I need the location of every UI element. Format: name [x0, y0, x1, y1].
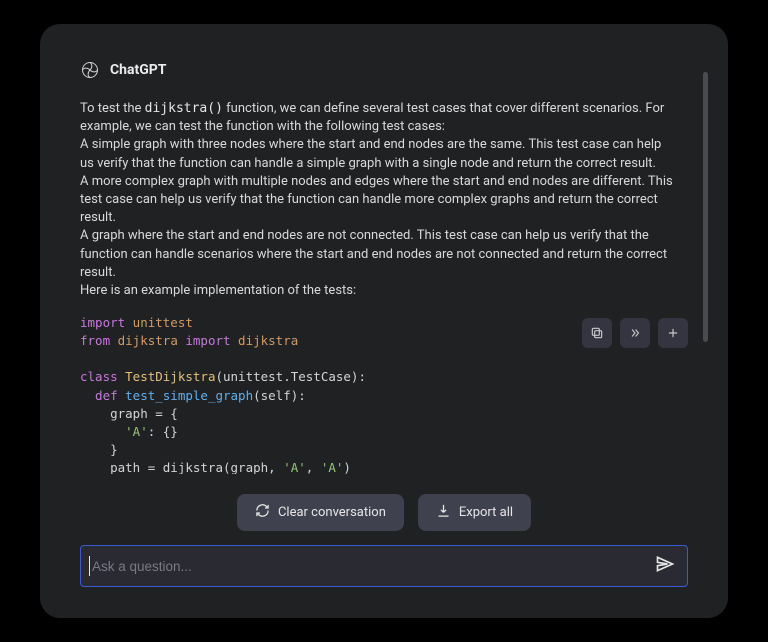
refresh-icon	[255, 503, 270, 522]
header: ChatGPT	[80, 60, 688, 80]
text: A graph where the start and end nodes ar…	[80, 228, 667, 279]
inline-code: dijkstra()	[145, 101, 223, 116]
action-bar: Clear conversation Export all	[80, 484, 688, 545]
button-label: Clear conversation	[278, 505, 386, 520]
message-content: To test the dijkstra() function, we can …	[80, 100, 688, 474]
chatgpt-logo-icon	[80, 60, 100, 80]
code-toolbar	[582, 318, 688, 348]
expand-code-button[interactable]	[620, 318, 650, 348]
button-label: Export all	[459, 505, 513, 520]
text: Here is an example implementation of the…	[80, 283, 356, 298]
add-code-button[interactable]	[658, 318, 688, 348]
text: A simple graph with three nodes where th…	[80, 137, 661, 170]
scrollbar[interactable]	[703, 72, 708, 342]
copy-code-button[interactable]	[582, 318, 612, 348]
send-icon[interactable]	[655, 554, 675, 578]
app-title: ChatGPT	[110, 62, 166, 78]
export-all-button[interactable]: Export all	[418, 494, 531, 531]
text: A more complex graph with multiple nodes…	[80, 174, 673, 225]
text: To test the	[80, 101, 145, 116]
text-caret	[89, 556, 90, 576]
code-block: import unittest from dijkstra import dij…	[80, 314, 688, 474]
app-window: ChatGPT To test the dijkstra() function,…	[40, 24, 728, 618]
download-icon	[436, 503, 451, 522]
response-text: To test the dijkstra() function, we can …	[80, 100, 688, 300]
prompt-input-row[interactable]	[80, 545, 688, 587]
clear-conversation-button[interactable]: Clear conversation	[237, 494, 404, 531]
prompt-input[interactable]	[92, 559, 655, 574]
